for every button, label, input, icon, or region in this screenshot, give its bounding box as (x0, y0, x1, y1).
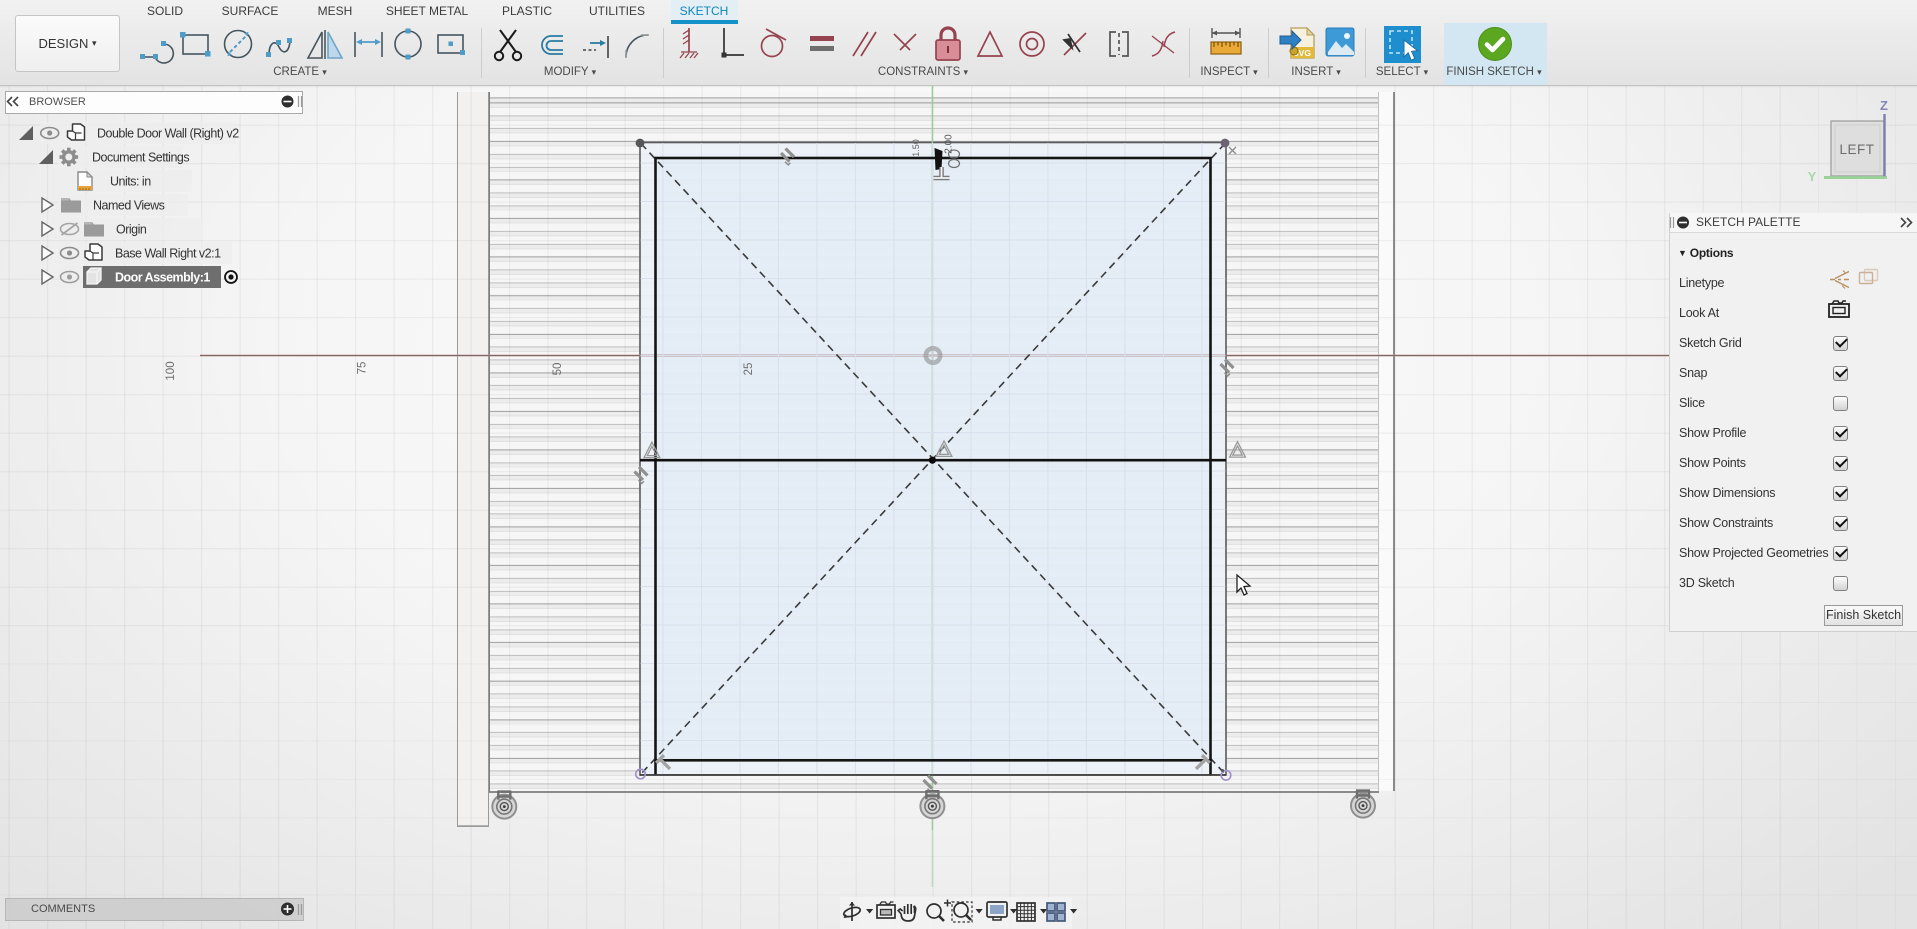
svg-text:100: 100 (165, 361, 177, 380)
svg-text:Units: in: Units: in (110, 175, 151, 189)
svg-text:2.00: 2.00 (944, 134, 955, 154)
svg-text:Door Assembly:1: Door Assembly:1 (115, 271, 210, 285)
svg-text:Double Door Wall (Right) v2: Double Door Wall (Right) v2 (97, 127, 239, 141)
svg-text:Origin: Origin (116, 223, 147, 237)
svg-text:75: 75 (357, 362, 369, 375)
svg-text:Named Views: Named Views (93, 199, 165, 213)
svg-text:25: 25 (743, 363, 755, 376)
svg-text:Document Settings: Document Settings (92, 151, 189, 165)
svg-text:1.50: 1.50 (911, 139, 921, 157)
svg-text:Base Wall Right v2:1: Base Wall Right v2:1 (115, 247, 221, 261)
svg-text:50: 50 (552, 363, 564, 376)
